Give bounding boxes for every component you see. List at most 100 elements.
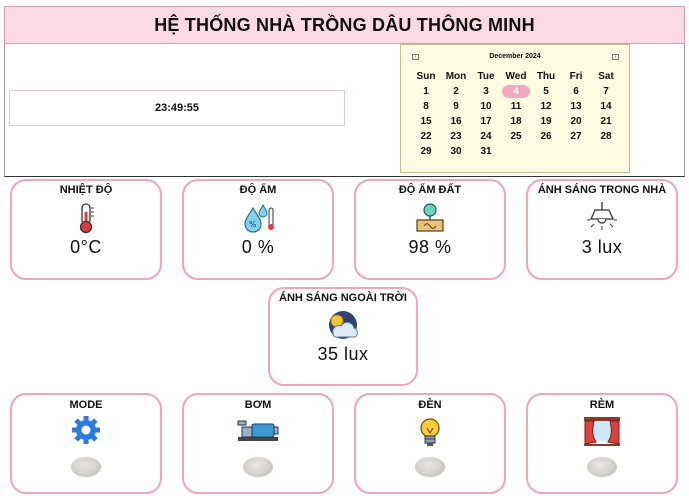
pump-icon xyxy=(236,419,280,448)
calendar-day[interactable]: 29 xyxy=(420,146,431,157)
calendar-day[interactable]: 18 xyxy=(510,116,521,127)
calendar-cell: 18 xyxy=(501,114,531,129)
calendar-day[interactable]: 2 xyxy=(453,86,459,97)
sensor-value: 0 % xyxy=(241,237,275,257)
calendar-day[interactable]: 11 xyxy=(511,101,522,112)
lamp-toggle[interactable] xyxy=(415,457,445,477)
calendar-cell: 16 xyxy=(441,114,471,129)
thermometer-icon xyxy=(75,202,97,239)
sensor-card-outdoor-light: ÁNH SÁNG NGOÀI TRỜI 35 lux xyxy=(268,287,418,386)
sensor-value: 35 lux xyxy=(317,344,369,364)
calendar-weekday: Thu xyxy=(536,71,556,82)
calendar-cell: 20 xyxy=(561,114,591,129)
calendar-day[interactable]: 22 xyxy=(420,131,431,142)
calendar-grid: Sun Mon Tue Wed Thu Fri Sat 1 2 3 4 5 6 7 8 9 10 11 12 13 14… xyxy=(411,69,621,159)
calendar-day[interactable]: 5 xyxy=(543,86,549,97)
humidity-icon: % xyxy=(241,202,275,239)
calendar-cell: 31 xyxy=(471,144,501,159)
svg-text:%: % xyxy=(249,220,257,229)
calendar-day[interactable]: 21 xyxy=(600,116,611,127)
sensor-value: 0°C xyxy=(70,237,102,257)
calendar-cell: 15 xyxy=(411,114,441,129)
sensor-label: ÁNH SÁNG NGOÀI TRỜI xyxy=(279,292,407,304)
control-label: BƠM xyxy=(244,399,272,411)
page-header: HỆ THỐNG NHÀ TRỒNG DÂU THÔNG MINH xyxy=(4,6,685,44)
calendar-day[interactable]: 20 xyxy=(570,116,581,127)
calendar-day[interactable]: 16 xyxy=(450,116,461,127)
calendar-cell: 17 xyxy=(471,114,501,129)
calendar-day[interactable]: 28 xyxy=(600,131,611,142)
soil-moisture-icon xyxy=(415,201,445,238)
control-card-curtain: RÈM xyxy=(526,393,678,494)
calendar-cell: 21 xyxy=(591,114,621,129)
sensor-value: 3 lux xyxy=(581,237,623,257)
sensor-value: 98 % xyxy=(408,237,452,257)
calendar-day[interactable]: 30 xyxy=(450,146,461,157)
calendar-cell: 27 xyxy=(561,129,591,144)
calendar-day[interactable]: 12 xyxy=(540,101,551,112)
calendar-day[interactable]: 4 xyxy=(502,85,530,98)
calendar-cell: 2 xyxy=(441,84,471,99)
calendar-cell: 1 xyxy=(411,84,441,99)
calendar-day[interactable]: 23 xyxy=(450,131,461,142)
calendar-day[interactable]: 1 xyxy=(423,86,429,97)
mode-toggle[interactable] xyxy=(71,457,101,477)
calendar-day[interactable]: 8 xyxy=(423,101,429,112)
calendar-day[interactable]: 26 xyxy=(540,131,551,142)
calendar-cell: 11 xyxy=(501,99,531,114)
calendar-cell: 30 xyxy=(441,144,471,159)
calendar-cell: 8 xyxy=(411,99,441,114)
calendar-weekday: Sat xyxy=(598,71,614,82)
calendar-day[interactable]: 14 xyxy=(600,101,611,112)
calendar-cell: 25 xyxy=(501,129,531,144)
calendar-day[interactable]: 7 xyxy=(603,86,609,97)
calendar-day[interactable]: 6 xyxy=(573,86,579,97)
calendar-cell: 29 xyxy=(411,144,441,159)
calendar-cell: 5 xyxy=(531,84,561,99)
calendar-day[interactable]: 15 xyxy=(420,116,431,127)
light-bulb-icon xyxy=(415,416,445,453)
calendar-weekday: Wed xyxy=(505,71,527,82)
clock-display: 23:49:55 xyxy=(9,90,345,126)
calendar-cell: 14 xyxy=(591,99,621,114)
calendar-cell xyxy=(501,144,531,159)
pump-toggle[interactable] xyxy=(243,457,273,477)
control-label: RÈM xyxy=(589,399,615,411)
calendar-day[interactable]: 3 xyxy=(483,86,489,97)
curtain-toggle[interactable] xyxy=(587,457,617,477)
sun-cloud-icon xyxy=(323,309,363,346)
sensor-card-soil-moisture: ĐỘ ẨM ĐẤT 98 % xyxy=(354,179,506,280)
calendar-cell: 6 xyxy=(561,84,591,99)
calendar-cell: 10 xyxy=(471,99,501,114)
calendar-cell: 28 xyxy=(591,129,621,144)
calendar-cell xyxy=(591,144,621,159)
calendar-weekday: Mon xyxy=(445,71,467,82)
calendar-day[interactable]: 27 xyxy=(570,131,581,142)
calendar-day[interactable]: 10 xyxy=(480,101,491,112)
calendar-day[interactable]: 13 xyxy=(570,101,581,112)
calendar-cell xyxy=(561,144,591,159)
control-card-lamp: ĐÈN xyxy=(354,393,506,494)
calendar-cell: 9 xyxy=(441,99,471,114)
sensor-card-temperature: NHIỆT ĐỘ 0°C xyxy=(10,179,162,280)
sensor-label: NHIỆT ĐỘ xyxy=(59,184,113,196)
calendar-widget: ‹ December 2024 › Sun Mon Tue Wed Thu Fri Sat 1… xyxy=(400,44,630,173)
calendar-cell: 24 xyxy=(471,129,501,144)
calendar-day[interactable]: 25 xyxy=(510,131,521,142)
control-card-mode: MODE xyxy=(10,393,162,494)
calendar-day[interactable]: 9 xyxy=(453,101,459,112)
calendar-day[interactable]: 19 xyxy=(540,116,551,127)
calendar-day[interactable]: 31 xyxy=(480,146,491,157)
curtain-icon xyxy=(582,416,622,453)
sensor-label: ÁNH SÁNG TRONG NHÀ xyxy=(537,184,667,196)
calendar-day[interactable]: 24 xyxy=(480,131,491,142)
gear-icon xyxy=(66,415,106,450)
control-label: MODE xyxy=(69,399,103,411)
calendar-next-button[interactable]: › xyxy=(612,54,619,60)
sensor-card-humidity: ĐỘ ẨM % 0 % xyxy=(182,179,334,280)
calendar-weekday: Fri xyxy=(569,71,583,82)
calendar-cell: 23 xyxy=(441,129,471,144)
control-card-pump: BƠM xyxy=(182,393,334,494)
calendar-day[interactable]: 17 xyxy=(480,116,491,127)
sensor-card-indoor-light: ÁNH SÁNG TRONG NHÀ 3 lux xyxy=(526,179,678,280)
